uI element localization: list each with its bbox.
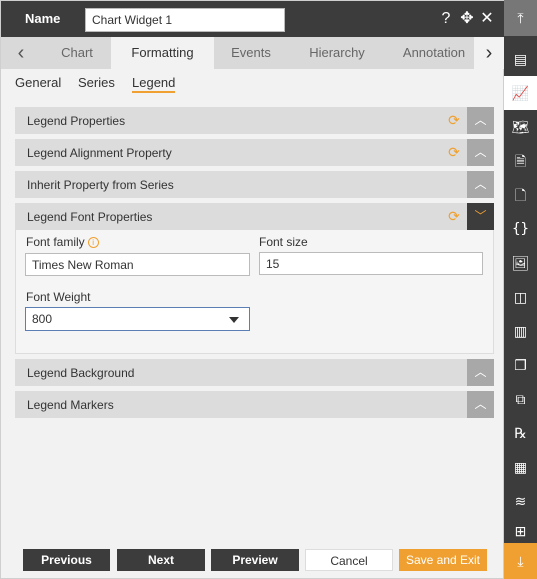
refresh-icon[interactable]: ⟳ (446, 208, 462, 224)
close-icon[interactable]: ✕ (478, 9, 496, 29)
font-weight-label: Font Weight (26, 290, 91, 304)
section-legend-background[interactable]: Legend Background ︿ (15, 359, 494, 386)
copy-icon[interactable]: ❐ (504, 348, 537, 382)
refresh-icon[interactable]: ⟳ (446, 112, 462, 128)
font-size-input[interactable] (259, 252, 483, 275)
section-title: Legend Properties (27, 114, 126, 128)
font-weight-value: 800 (32, 312, 53, 326)
chevron-up-icon[interactable]: ︿ (467, 391, 494, 418)
cubes-icon[interactable]: ⧉ (504, 382, 537, 416)
layers-icon[interactable]: ≋ (504, 484, 537, 518)
tab-scroll-left-icon[interactable]: ‹ (7, 37, 35, 69)
grid-icon[interactable]: ⊞ (504, 516, 537, 543)
right-toolbar: ⤒ ▤ 📈 🗺 🗎 🗋 {} 🖼 ◫ ▥ ❐ ⧉ ℞ ▦ ≋ ⊞ ⤓ (504, 0, 537, 579)
font-family-label: Font family i (26, 235, 99, 249)
section-legend-properties[interactable]: Legend Properties ⟳ ︿ (15, 107, 494, 134)
image-icon[interactable]: 🖼 (504, 246, 537, 280)
scatter-icon[interactable]: ◫ (504, 280, 537, 314)
subtab-legend[interactable]: Legend (132, 75, 176, 93)
section-title: Legend Font Properties (27, 210, 153, 224)
chevron-up-icon[interactable]: ︿ (467, 359, 494, 386)
tab-events[interactable]: Events (223, 37, 279, 69)
main-tabs: ‹ Chart Formatting Events Hierarchy Anno… (1, 37, 504, 69)
tab-hierarchy[interactable]: Hierarchy (301, 37, 373, 69)
chart-icon[interactable]: 📈 (504, 76, 537, 110)
help-icon[interactable]: ? (437, 9, 455, 29)
code-icon[interactable]: {} (504, 212, 537, 246)
properties-panel: Name ? ✥ ✕ ‹ Chart Formatting Events Hie… (0, 0, 504, 579)
section-title: Legend Background (27, 366, 135, 380)
widget-name-input[interactable] (85, 8, 285, 32)
section-legend-markers[interactable]: Legend Markers ︿ (15, 391, 494, 418)
tab-annotation[interactable]: Annotation (399, 37, 469, 69)
panel-header: Name ? ✥ ✕ (1, 1, 504, 37)
bar-chart-icon[interactable]: ▥ (504, 314, 537, 348)
tab-scroll-right-icon[interactable]: › (474, 37, 504, 69)
section-title: Legend Alignment Property (27, 146, 172, 160)
info-icon[interactable]: i (87, 237, 99, 249)
rx-icon[interactable]: ℞ (504, 416, 537, 450)
refresh-icon[interactable]: ⟳ (446, 144, 462, 160)
tab-chart[interactable]: Chart (51, 37, 103, 69)
section-title: Legend Markers (27, 398, 114, 412)
file-icon[interactable]: 🗋 (504, 178, 537, 212)
move-icon[interactable]: ✥ (458, 9, 476, 29)
font-family-input[interactable] (25, 253, 250, 276)
preview-button[interactable]: Preview (211, 549, 299, 571)
chevron-up-icon[interactable]: ︿ (467, 139, 494, 166)
cancel-button[interactable]: Cancel (305, 549, 393, 571)
chevron-down-icon[interactable]: ﹀ (467, 203, 494, 230)
chevron-up-icon[interactable]: ︿ (467, 107, 494, 134)
collapse-up-icon[interactable]: ⤒ (504, 0, 537, 36)
section-title: Inherit Property from Series (27, 178, 174, 192)
section-legend-alignment[interactable]: Legend Alignment Property ⟳ ︿ (15, 139, 494, 166)
next-button[interactable]: Next (117, 549, 205, 571)
name-label: Name (25, 11, 61, 26)
document-icon[interactable]: 🗎 (504, 144, 537, 178)
sub-tabs: General Series Legend (1, 69, 504, 97)
report-icon[interactable]: ▦ (504, 450, 537, 484)
chevron-up-icon[interactable]: ︿ (467, 171, 494, 198)
font-weight-select[interactable]: 800 (25, 307, 250, 331)
font-family-label-text: Font family (26, 235, 85, 249)
previous-button[interactable]: Previous (23, 549, 110, 571)
subtab-general[interactable]: General (15, 75, 61, 90)
subtab-series[interactable]: Series (78, 75, 115, 90)
caret-down-icon (229, 317, 239, 323)
save-and-exit-button[interactable]: Save and Exit (399, 549, 487, 571)
map-icon[interactable]: 🗺 (504, 110, 537, 144)
font-size-label: Font size (259, 235, 308, 249)
section-inherit-series[interactable]: Inherit Property from Series ︿ (15, 171, 494, 198)
widget-list-icon[interactable]: ▤ (504, 42, 537, 76)
collapse-down-icon[interactable]: ⤓ (504, 543, 537, 579)
tab-formatting[interactable]: Formatting (111, 37, 214, 69)
chart-widget-editor: Name ? ✥ ✕ ‹ Chart Formatting Events Hie… (0, 0, 537, 579)
section-legend-font[interactable]: Legend Font Properties ⟳ ﹀ (15, 203, 494, 230)
